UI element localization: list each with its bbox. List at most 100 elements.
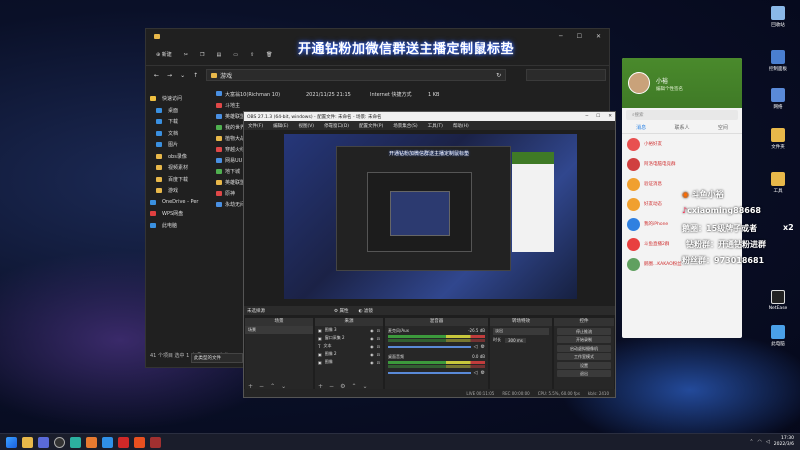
nav-item[interactable]: 图片 [150, 139, 202, 151]
minimize-icon[interactable]: ─ [585, 114, 588, 119]
speaker-icon[interactable]: ◁ [474, 344, 478, 350]
control-button[interactable]: 停止推流 [557, 327, 611, 335]
close-icon[interactable]: ✕ [596, 33, 601, 40]
share-icon[interactable]: ⇪ [250, 52, 254, 58]
control-button[interactable]: 开始录制 [557, 336, 611, 343]
up-icon[interactable]: ↑ [193, 72, 198, 79]
desktop-icon-recycle-bin[interactable]: 回收站 [764, 6, 792, 28]
forward-icon[interactable]: → [167, 72, 172, 79]
nav-item[interactable]: WPS网盘 [150, 208, 202, 220]
tab-messages[interactable]: 消息 [636, 124, 646, 131]
qq-conversation[interactable]: 小裕好友 [622, 134, 742, 154]
control-button[interactable]: 启动虚拟摄像机 [557, 344, 611, 352]
menu-item[interactable]: 工具(T) [428, 123, 443, 129]
delete-icon[interactable]: 🗑 [266, 52, 272, 58]
nav-item[interactable]: 视频素材 [150, 162, 202, 174]
desktop-icon-control-panel[interactable]: 控制面板 [764, 50, 792, 72]
visibility-icon[interactable]: ◉ [370, 344, 374, 349]
qq-signature[interactable]: 编辑个性签名 [656, 86, 683, 92]
source-item[interactable]: ▣ 图像 2 ◉ ⊡ [315, 350, 383, 358]
filters-button[interactable]: ◐ 滤镜 [358, 308, 372, 314]
nav-item[interactable]: 此电脑 [150, 220, 202, 232]
source-item[interactable]: ▣ 图像 ◉ ⊡ [315, 358, 383, 366]
file-row[interactable]: 斗地主 [216, 100, 609, 111]
volume-slider[interactable] [388, 372, 471, 374]
paste-icon[interactable]: ▤ [216, 52, 221, 58]
obs-preview[interactable]: 开通钻粉加微信群送主播定制鼠标垫 [284, 134, 577, 299]
wifi-icon[interactable]: ◠ [758, 439, 762, 445]
maximize-icon[interactable]: ☐ [577, 33, 582, 40]
speaker-icon[interactable]: ◁ [474, 370, 478, 376]
tab-space[interactable]: 空间 [718, 124, 728, 131]
nav-item[interactable]: 桌面 [150, 105, 202, 117]
lock-icon[interactable]: ⊡ [377, 352, 380, 357]
minimize-icon[interactable]: ─ [559, 33, 563, 40]
file-row[interactable]: 大富翁10(Richman 10) 2021/11/25 21:15 Inter… [216, 89, 609, 100]
game-icon[interactable] [150, 436, 161, 448]
tab-contacts[interactable]: 联系人 [674, 124, 689, 131]
explorer-icon[interactable] [22, 436, 33, 448]
source-item[interactable]: T 文本 ◉ ⊡ [315, 342, 383, 350]
obs-icon[interactable] [54, 436, 65, 448]
gear-icon[interactable]: ⚙ [481, 344, 485, 350]
obs-window[interactable]: OBS 27.1.3 (64-bit, windows) - 配置文件: 未命名… [243, 111, 616, 398]
visibility-icon[interactable]: ◉ [370, 352, 374, 357]
app-icon[interactable] [86, 436, 97, 448]
menu-item[interactable]: 帮助(H) [453, 123, 469, 129]
chevron-up-icon[interactable]: ⌃ [749, 439, 753, 445]
nav-item[interactable]: 游戏 [150, 185, 202, 197]
transition-select[interactable]: 淡出 [493, 328, 549, 335]
avatar[interactable] [628, 72, 650, 94]
desktop-icon-netease[interactable]: NetEase [764, 290, 792, 311]
menu-item[interactable]: 停靠窗口(D) [324, 123, 349, 129]
visibility-icon[interactable]: ◉ [370, 328, 374, 333]
desktop-icon-network[interactable]: 网络 [764, 88, 792, 110]
netease-music-icon[interactable] [118, 436, 129, 448]
control-button[interactable]: 设置 [557, 361, 611, 369]
chat-icon[interactable] [38, 436, 49, 448]
duration-input[interactable]: 300 ms [505, 337, 526, 343]
nav-item[interactable]: OneDrive - Per [150, 197, 202, 209]
visibility-icon[interactable]: ◉ [370, 336, 374, 341]
lock-icon[interactable]: ⊡ [377, 328, 380, 333]
chevron-down-icon[interactable]: ⌄ [180, 72, 185, 79]
control-button[interactable]: 退出 [557, 370, 611, 377]
gear-icon[interactable]: ⚙ [481, 370, 485, 376]
qq-search-input[interactable]: ⌕ 搜索 [626, 110, 738, 120]
nav-item[interactable]: 快速访问 [150, 93, 202, 105]
source-item[interactable]: ▣ 图像 3 ◉ ⊡ [315, 326, 383, 334]
start-icon[interactable] [6, 436, 17, 448]
qq-icon[interactable] [102, 436, 113, 448]
douyu-icon[interactable] [134, 436, 145, 448]
cut-icon[interactable]: ✂ [184, 52, 188, 58]
properties-button[interactable]: ⚙ 属性 [334, 308, 348, 314]
visibility-icon[interactable]: ◉ [370, 360, 374, 365]
edge-icon[interactable] [70, 436, 81, 448]
address-bar[interactable]: 游戏 ↻ [206, 69, 507, 81]
copy-icon[interactable]: ❐ [200, 52, 204, 58]
scene-item[interactable]: 场景 [245, 326, 313, 334]
refresh-icon[interactable]: ↻ [496, 72, 501, 79]
back-icon[interactable]: ← [154, 72, 159, 79]
lock-icon[interactable]: ⊡ [377, 344, 380, 349]
menu-item[interactable]: 场景集合(S) [393, 123, 417, 129]
desktop-icon-this-pc[interactable]: 此电脑 [764, 325, 792, 347]
new-button[interactable]: ⊕ 新建 [156, 51, 172, 58]
menu-item[interactable]: 编辑(E) [273, 123, 288, 129]
volume-icon[interactable]: ◁ [766, 439, 770, 445]
menu-item[interactable]: 文件(F) [248, 123, 263, 129]
qq-conversation[interactable]: 阿洛电脑电竞群 [622, 154, 742, 174]
rename-icon[interactable]: ▭ [233, 52, 238, 58]
control-button[interactable]: 工作室模式 [557, 353, 611, 360]
obs-titlebar[interactable]: OBS 27.1.3 (64-bit, windows) - 配置文件: 未命名… [244, 112, 615, 121]
source-item[interactable]: ▣ 窗口采集 2 ◉ ⊡ [315, 334, 383, 342]
nav-item[interactable]: 文档 [150, 128, 202, 140]
lock-icon[interactable]: ⊡ [377, 336, 380, 341]
close-icon[interactable]: ✕ [608, 114, 612, 119]
desktop-icon-tools[interactable]: 工具 [764, 172, 792, 194]
nav-item[interactable]: 下载 [150, 116, 202, 128]
desktop-icon-folder[interactable]: 文件夹 [764, 128, 792, 150]
volume-slider[interactable] [388, 346, 471, 348]
nav-item[interactable]: obs录像 [150, 151, 202, 163]
search-input[interactable] [526, 69, 607, 81]
